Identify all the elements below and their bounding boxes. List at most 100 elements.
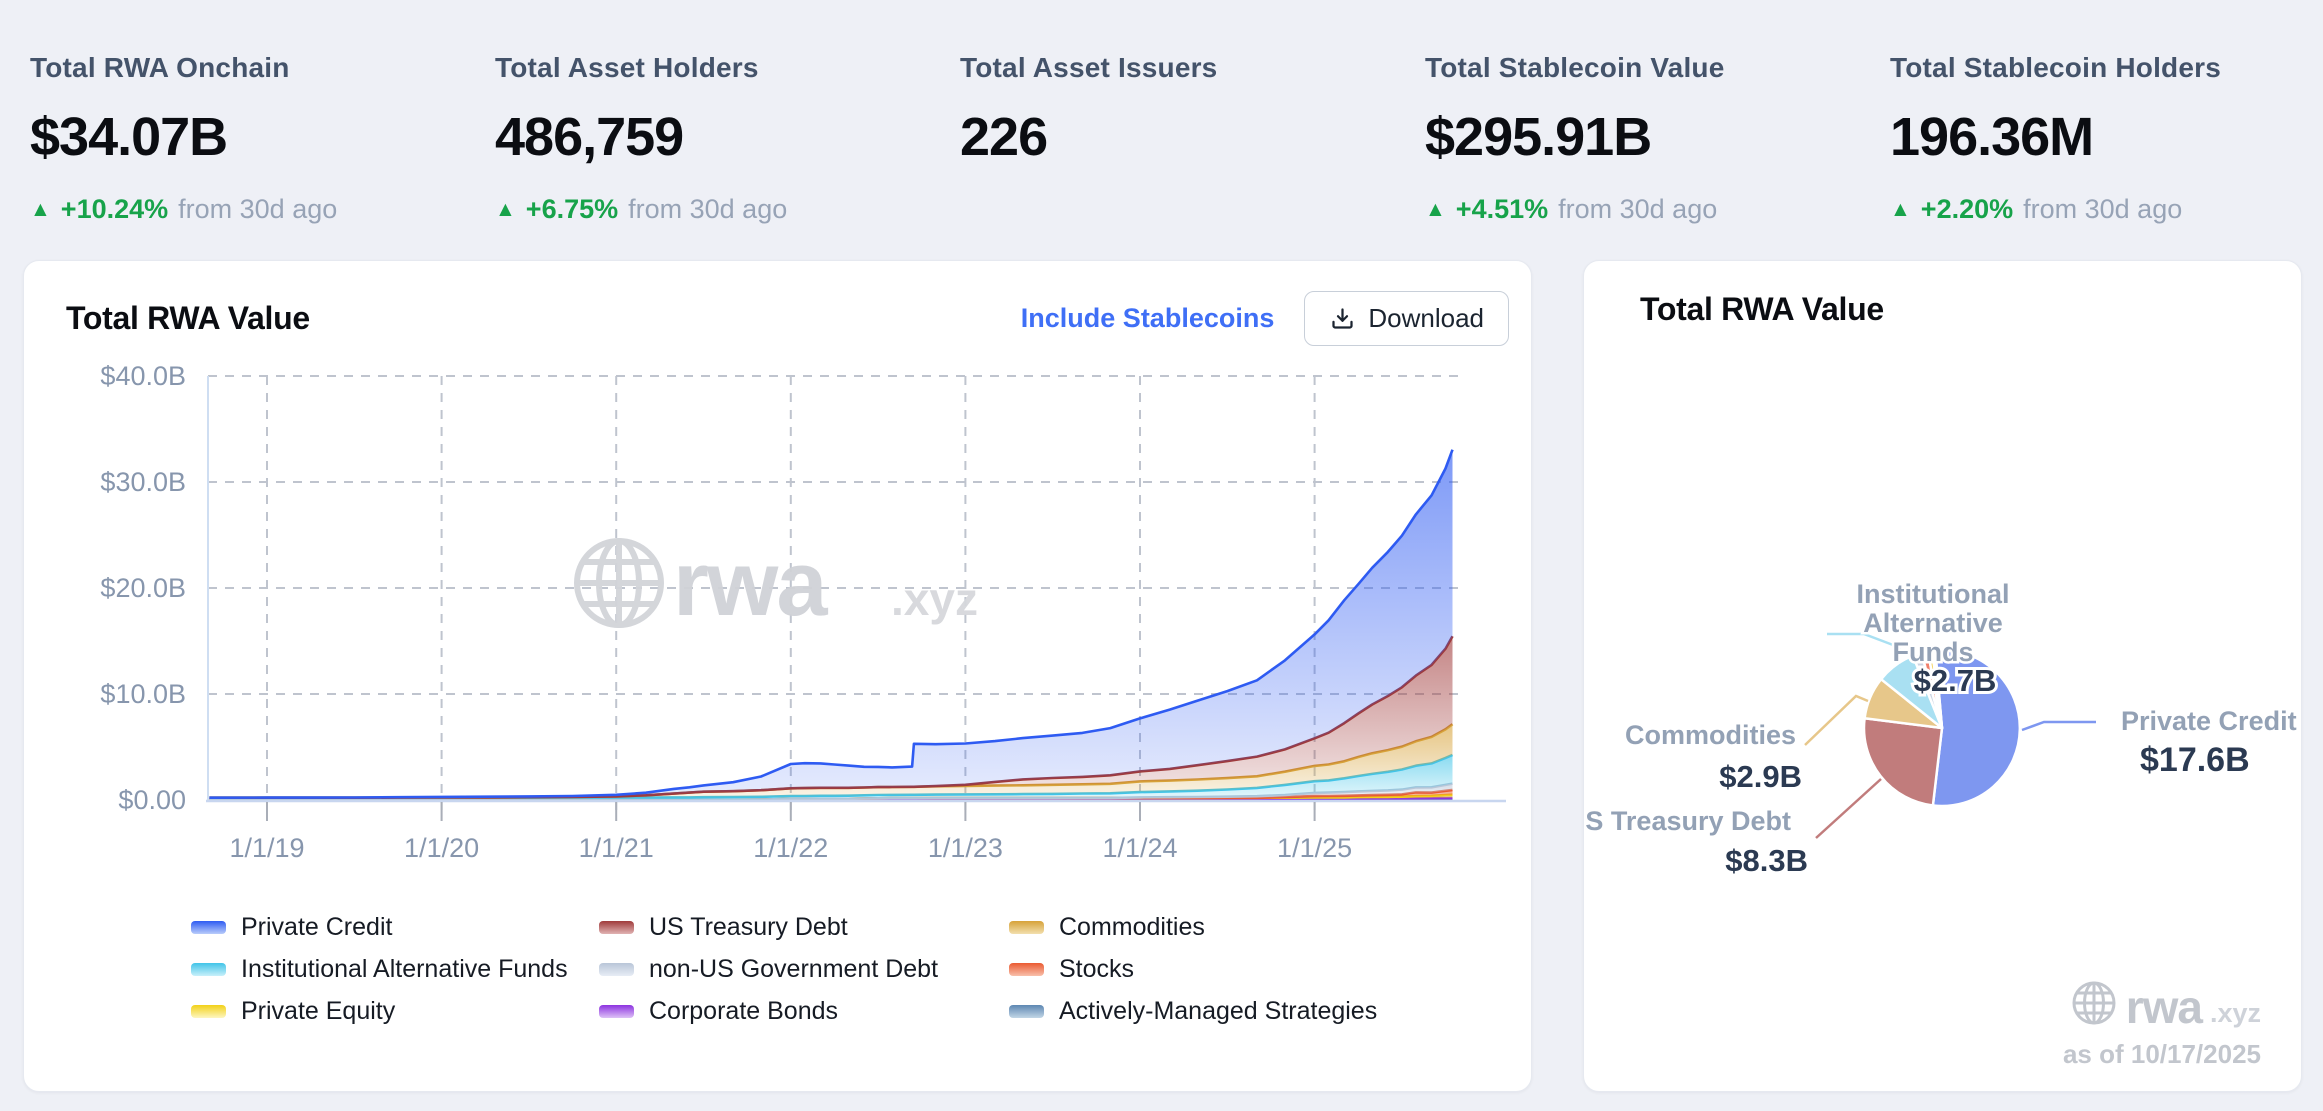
pie-leader-line — [1816, 779, 1881, 838]
globe-icon — [2070, 979, 2118, 1027]
rwa-watermark: rwa .xyz — [577, 533, 978, 635]
legend-swatch — [191, 963, 226, 976]
as-of-date: as of 10/17/2025 — [2063, 1039, 2261, 1070]
stat-delta: +4.51% — [1456, 194, 1548, 225]
stat-label: Total Stablecoin Value — [1425, 52, 1875, 84]
pie-slice-us-treasury-debt[interactable] — [1864, 718, 1942, 805]
legend-label: Private Credit — [241, 913, 392, 942]
pie-slice-label: Institutional — [1857, 579, 2010, 609]
pie-slice-value: $2.9B — [1719, 759, 1802, 794]
x-axis-label: 1/1/24 — [1102, 833, 1177, 863]
legend-swatch — [599, 963, 634, 976]
legend-swatch — [191, 921, 226, 934]
legend-item[interactable]: Private Credit — [191, 913, 599, 941]
pie-slice-value: $2.7B — [1914, 663, 1997, 698]
x-axis-label: 1/1/25 — [1277, 833, 1352, 863]
legend-swatch — [1009, 1005, 1044, 1018]
pie-slice-value: $8.3B — [1725, 843, 1808, 878]
y-axis-label: $10.0B — [100, 679, 186, 709]
legend-item[interactable]: Commodities — [1009, 913, 1439, 941]
stat-delta-period: from 30d ago — [628, 194, 787, 225]
pie-leader-line — [1805, 696, 1868, 745]
legend-swatch — [1009, 963, 1044, 976]
total-rwa-value-pie-card: Total RWA Value Private Credit $17.6B US T… — [1583, 260, 2302, 1092]
y-axis-label: $20.0B — [100, 573, 186, 603]
legend-swatch — [1009, 921, 1044, 934]
stat-delta-period: from 30d ago — [2023, 194, 2182, 225]
x-axis-label: 1/1/22 — [753, 833, 828, 863]
watermark-tld: .xyz — [891, 573, 978, 625]
up-triangle-icon: ▲ — [30, 199, 51, 220]
legend-label: non-US Government Debt — [649, 955, 938, 984]
stat-total-asset-issuers: Total Asset Issuers 226 — [960, 52, 1410, 168]
legend-label: Corporate Bonds — [649, 997, 838, 1026]
x-axis-label: 1/1/19 — [229, 833, 304, 863]
download-icon — [1329, 305, 1356, 332]
legend-swatch — [599, 921, 634, 934]
pie-leader-line — [2022, 722, 2096, 730]
up-triangle-icon: ▲ — [495, 199, 516, 220]
area-card-title: Total RWA Value — [66, 300, 310, 337]
watermark-text: rwa — [673, 533, 828, 635]
up-triangle-icon: ▲ — [1425, 199, 1446, 220]
stat-value: 486,759 — [495, 106, 945, 168]
stat-label: Total RWA Onchain — [30, 52, 480, 84]
legend-item[interactable]: US Treasury Debt — [599, 913, 1009, 941]
legend-item[interactable]: Stocks — [1009, 955, 1439, 983]
stat-label: Total Stablecoin Holders — [1890, 52, 2323, 84]
stat-delta-period: from 30d ago — [1558, 194, 1717, 225]
stat-delta-period: from 30d ago — [178, 194, 337, 225]
legend-label: Actively-Managed Strategies — [1059, 997, 1377, 1026]
pie-slice-label: US Treasury Debt — [1584, 806, 1791, 836]
stat-delta: +2.20% — [1921, 194, 2013, 225]
stat-value: $295.91B — [1425, 106, 1875, 168]
legend-item[interactable]: Corporate Bonds — [599, 997, 1009, 1025]
stat-total-stablecoin-holders: Total Stablecoin Holders 196.36M ▲ +2.20%… — [1890, 52, 2323, 225]
chart-legend: Private Credit US Treasury Debt Commodit… — [191, 913, 1439, 1025]
download-button[interactable]: Download — [1304, 291, 1509, 346]
total-rwa-value-area-card: Total RWA Value Include Stablecoins Down… — [23, 260, 1532, 1092]
legend-item[interactable]: Private Equity — [191, 997, 599, 1025]
logo-word: rwa — [2126, 989, 2202, 1027]
stat-value: $34.07B — [30, 106, 480, 168]
stat-delta: +6.75% — [526, 194, 618, 225]
stat-total-stablecoin-value: Total Stablecoin Value $295.91B ▲ +4.51% f… — [1425, 52, 1875, 225]
up-triangle-icon: ▲ — [1890, 199, 1911, 220]
pie-slice-value: $17.6B — [2140, 741, 2250, 779]
legend-item[interactable]: Actively-Managed Strategies — [1009, 997, 1439, 1025]
logo-tld: .xyz — [2210, 1000, 2261, 1027]
stat-value: 226 — [960, 106, 1410, 168]
legend-label: US Treasury Debt — [649, 913, 848, 942]
rwa-xyz-logo: rwa .xyz — [2070, 979, 2261, 1027]
pie-card-title: Total RWA Value — [1640, 291, 1884, 328]
legend-item[interactable]: Institutional Alternative Funds — [191, 955, 599, 983]
rwa-pie-chart[interactable]: Private Credit $17.6B US Treasury Debt $8.3… — [1584, 341, 2301, 961]
x-axis-label: 1/1/21 — [579, 833, 654, 863]
legend-swatch — [599, 1005, 634, 1018]
pie-slice-label: Private Credit — [2121, 706, 2297, 736]
y-axis-label: $30.0B — [100, 467, 186, 497]
stat-delta: +10.24% — [61, 194, 168, 225]
download-button-label: Download — [1368, 303, 1484, 334]
legend-swatch — [191, 1005, 226, 1018]
y-axis-label: $40.0B — [100, 361, 186, 391]
stacked-area-chart[interactable]: rwa .xyz $0.00 $10.0B $20.0B $30.0B $40.0B 1/1/… — [24, 351, 1531, 881]
legend-label: Institutional Alternative Funds — [241, 955, 568, 984]
stat-value: 196.36M — [1890, 106, 2323, 168]
pie-slice-label: Commodities — [1625, 720, 1796, 750]
area-band-private-credit — [209, 450, 1452, 798]
y-axis-label: $0.00 — [118, 785, 186, 815]
pie-slice-label: Alternative — [1863, 608, 2003, 638]
globe-icon — [577, 541, 661, 625]
stat-label: Total Asset Issuers — [960, 52, 1410, 84]
stat-total-asset-holders: Total Asset Holders 486,759 ▲ +6.75% from … — [495, 52, 945, 225]
legend-item[interactable]: non-US Government Debt — [599, 955, 1009, 983]
stat-total-rwa-onchain: Total RWA Onchain $34.07B ▲ +10.24% from 3… — [30, 52, 480, 225]
x-axis-label: 1/1/20 — [404, 833, 479, 863]
x-axis-label: 1/1/23 — [928, 833, 1003, 863]
include-stablecoins-link[interactable]: Include Stablecoins — [1021, 303, 1275, 334]
stat-label: Total Asset Holders — [495, 52, 945, 84]
legend-label: Stocks — [1059, 955, 1134, 984]
legend-label: Private Equity — [241, 997, 395, 1026]
legend-label: Commodities — [1059, 913, 1205, 942]
